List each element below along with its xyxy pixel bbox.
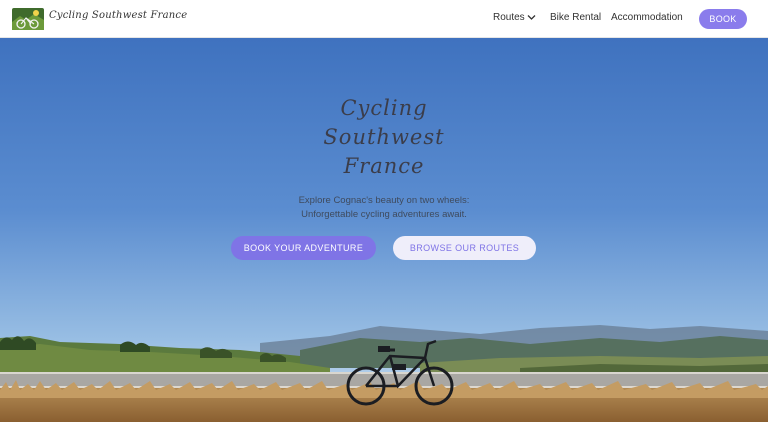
hero-title-line: Cycling bbox=[340, 96, 428, 120]
nav-routes[interactable]: Routes bbox=[493, 12, 525, 23]
chevron-down-icon[interactable] bbox=[527, 14, 536, 21]
book-adventure-button[interactable]: BOOK YOUR ADVENTURE bbox=[231, 236, 376, 260]
cycling-logo-icon[interactable] bbox=[12, 8, 44, 30]
hero-title-line: Southwest bbox=[323, 125, 445, 149]
site-header: Cycling Southwest France Routes Bike Ren… bbox=[0, 0, 768, 38]
nav-bike-rental[interactable]: Bike Rental bbox=[550, 12, 601, 23]
hero-title-line: France bbox=[343, 154, 425, 178]
hero-title: Cycling Southwest France bbox=[284, 94, 484, 181]
hero-subtitle-line: Unforgettable cycling adventures await. bbox=[301, 209, 467, 220]
browse-routes-button[interactable]: BROWSE OUR ROUTES bbox=[393, 236, 536, 260]
book-button[interactable]: BOOK bbox=[699, 9, 747, 29]
hero-subtitle-line: Explore Cognac's beauty on two wheels: bbox=[298, 195, 470, 206]
hero-section: Cycling Southwest France Explore Cognac'… bbox=[0, 38, 768, 422]
page-bottom-strip bbox=[0, 422, 768, 432]
nav-accommodation[interactable]: Accommodation bbox=[611, 12, 683, 23]
site-name[interactable]: Cycling Southwest France bbox=[49, 10, 187, 21]
hero-subtitle: Explore Cognac's beauty on two wheels: U… bbox=[234, 194, 534, 222]
